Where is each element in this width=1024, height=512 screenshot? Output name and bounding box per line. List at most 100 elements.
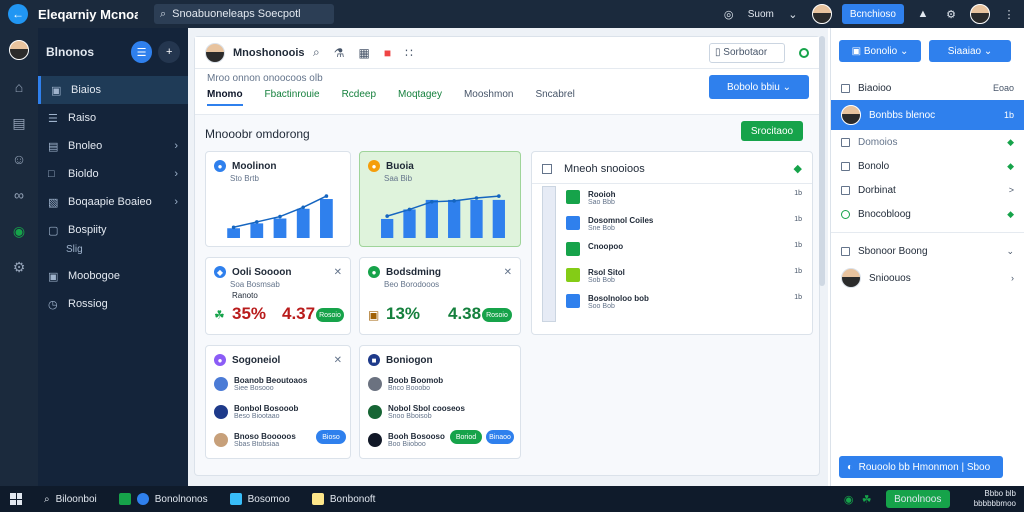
status-icon[interactable]: ◉	[840, 490, 858, 508]
chart-card-1[interactable]: ● Moolinon Sto Brtb	[205, 151, 351, 247]
filter-icon[interactable]: ⚗	[334, 46, 345, 60]
right-list-item[interactable]: Bnocobloog ◆	[831, 202, 1024, 226]
taskbar-app-3[interactable]: Bonbonoft	[311, 493, 375, 505]
checkbox[interactable]	[841, 246, 850, 256]
taskbar-app-2[interactable]: Bosomoo	[229, 493, 290, 505]
sidebar-item-list[interactable]: ☰ Raiso	[38, 104, 188, 132]
sidebar-item-security[interactable]: ▢ Bospiity	[38, 216, 188, 244]
right-group-header[interactable]: Sbonoor Boong ⌄	[831, 239, 1024, 263]
avatar[interactable]	[811, 4, 832, 24]
sidebar-sub-item[interactable]: Slig	[38, 244, 188, 262]
profile-button[interactable]: Bcnchioso	[841, 4, 904, 24]
sidebar-item-home[interactable]: ▣ Biaios	[38, 76, 188, 104]
checkbox[interactable]	[841, 209, 850, 219]
checkbox[interactable]	[841, 161, 850, 171]
notification-icon[interactable]: ▲	[914, 5, 932, 23]
sidebar-item-docs[interactable]: ▤ Bnoleo ›	[38, 132, 188, 160]
people-action-button[interactable]: Boriod	[450, 430, 482, 444]
stat-card-2[interactable]: ● Bodsdming ✕ Beo Borodooos ▣ 13% 4.38 Ros…	[359, 257, 521, 335]
right-primary-button[interactable]: ▣ Bonolio ⌄	[839, 40, 921, 62]
settings-icon[interactable]: ⚙	[10, 258, 28, 276]
content-search[interactable]: ▯ Sorbotaor	[709, 42, 785, 63]
people-icon[interactable]: ☺	[10, 150, 28, 168]
list-item[interactable]: Boanob Beoutoaos Siee Bosooo	[206, 370, 350, 398]
settings-icon[interactable]: ⚙	[942, 5, 960, 23]
global-search[interactable]: ⌕	[154, 4, 334, 24]
people-action-button[interactable]: Bioso	[316, 430, 346, 444]
status-icon[interactable]	[799, 47, 809, 58]
close-icon[interactable]: ✕	[334, 267, 342, 278]
home-icon[interactable]: ⌂	[10, 78, 28, 96]
more-icon[interactable]: ⋮	[1000, 5, 1018, 23]
content-header: Mnoshonoois ⌕ ⚗ ▦ ■ ∷ ▯ Sorbotaor	[195, 37, 819, 69]
list-item[interactable]: Bosolnoloo bob Soo Bob 1b	[532, 294, 812, 320]
chart-bar	[296, 208, 310, 238]
sidebar-item-tags[interactable]: □ Bioldo ›	[38, 160, 188, 188]
list-item[interactable]: Dosomnol Coiles Sne Bob 1b	[532, 216, 812, 242]
right-secondary-button[interactable]: Siaaiao ⌄	[929, 40, 1011, 62]
doc-icon[interactable]: ▤	[10, 114, 28, 132]
taskbar-search[interactable]: ⌕ Biloonboi	[44, 494, 97, 505]
add-icon[interactable]: +	[158, 41, 180, 63]
chevron-down-icon[interactable]: ⌄	[784, 5, 802, 23]
menu-icon[interactable]: ☰	[130, 41, 153, 63]
people-card-2[interactable]: ■ Boniogon Boob Boomob Bnco Booobo Nobol S…	[359, 345, 521, 459]
taskbar-app-1[interactable]: Bonolnonos	[118, 493, 208, 505]
link-icon[interactable]: ∞	[10, 186, 28, 204]
list-item[interactable]: Nobol Sbol cooseos Snoo Bboisob	[360, 398, 520, 426]
right-bottom-button[interactable]: ◐ Rouoolo bb Hmonmon | Sboo	[839, 456, 1003, 478]
list-item[interactable]: Boob Boomob Bnco Booobo	[360, 370, 520, 398]
windows-icon[interactable]	[10, 493, 22, 505]
list-item[interactable]: Cnoopoo 1b	[532, 242, 812, 268]
tab-report[interactable]: Rcdeep	[342, 89, 376, 106]
tab-home[interactable]: Mnomo	[207, 89, 243, 106]
tab-manage[interactable]: Moqtagey	[398, 89, 442, 106]
tab-schedule[interactable]: Sncabrel	[535, 89, 574, 106]
global-search-input[interactable]	[172, 8, 323, 20]
clock[interactable]: Bbbo blb bbbbbbmoo	[974, 489, 1016, 509]
alert-icon[interactable]: ■	[384, 46, 391, 60]
stat-pill-button[interactable]: Rosoio	[482, 308, 512, 322]
right-list-item[interactable]: Domoios ◆	[831, 130, 1024, 154]
avatar[interactable]	[9, 40, 29, 60]
right-list-item[interactable]: Bonolo ◆	[831, 154, 1024, 178]
mail-icon: ▣	[48, 270, 59, 283]
list-item[interactable]: Rooioh Sao Bbb 1b	[532, 190, 812, 216]
right-list-item-active[interactable]: Bonbbs blenoc 1b	[831, 100, 1024, 130]
checkbox[interactable]	[542, 163, 552, 174]
stat-pill-button[interactable]: Rosoio	[316, 308, 344, 322]
taskbar-green-button[interactable]: Bonolnoos	[885, 490, 950, 508]
checkbox[interactable]	[841, 137, 850, 147]
list-item[interactable]: Rsol Sitol Sob Bob 1b	[532, 268, 812, 294]
chart-card-2[interactable]: ● Buoia Saa Bib	[359, 151, 521, 247]
scrollbar[interactable]	[819, 36, 825, 286]
status-icon[interactable]: ◉	[10, 222, 28, 240]
tab-activity[interactable]: Fbactinrouie	[265, 89, 320, 106]
section-action-button[interactable]: Srocitaoo	[741, 121, 803, 141]
sidebar-item-messages[interactable]: ▣ Moobogoe	[38, 262, 188, 290]
primary-action-button[interactable]: Bobolo bbiu ⌄	[709, 75, 809, 99]
avatar[interactable]	[205, 42, 225, 63]
close-icon[interactable]: ✕	[504, 267, 512, 278]
back-icon[interactable]: ←	[8, 4, 28, 24]
sidebar-item-history[interactable]: ◷ Rossiog	[38, 290, 188, 318]
tab-monitor[interactable]: Mooshmon	[464, 89, 513, 106]
people-card-1[interactable]: ● Sogoneiol ✕ Boanob Beoutoaos Siee Bosooo …	[205, 345, 351, 459]
leaf-icon[interactable]: ☘	[858, 490, 876, 508]
people-secondary-button[interactable]: Binaoo	[486, 430, 514, 444]
list-item[interactable]: Bonbol Bosooob Beso Biootaao	[206, 398, 350, 426]
sidebar-item-integrations[interactable]: ▧ Boqaapie Boaieo ›	[38, 188, 188, 216]
apps-icon[interactable]: ∷	[405, 46, 413, 60]
right-list-item[interactable]: Dorbinat >	[831, 178, 1024, 202]
close-icon[interactable]: ✕	[334, 355, 342, 366]
grid-icon[interactable]: ▦	[359, 46, 370, 60]
right-group-item[interactable]: Snioouos ›	[831, 263, 1024, 293]
camera-icon[interactable]: ◎	[720, 5, 738, 23]
list-card[interactable]: Mneoh snooioos ◆ Rooioh Sao Bbb 1b Dosomnol…	[531, 151, 813, 335]
search-icon[interactable]: ⌕	[313, 45, 320, 60]
avatar[interactable]	[970, 4, 990, 24]
stat-card-1[interactable]: ◆ Ooli Soooon ✕ Soa Bosmsab Ranoto ☘ 35% 4…	[205, 257, 351, 335]
checkbox[interactable]	[841, 83, 850, 93]
checkbox[interactable]	[841, 185, 850, 195]
chart-icon: ●	[368, 160, 380, 172]
